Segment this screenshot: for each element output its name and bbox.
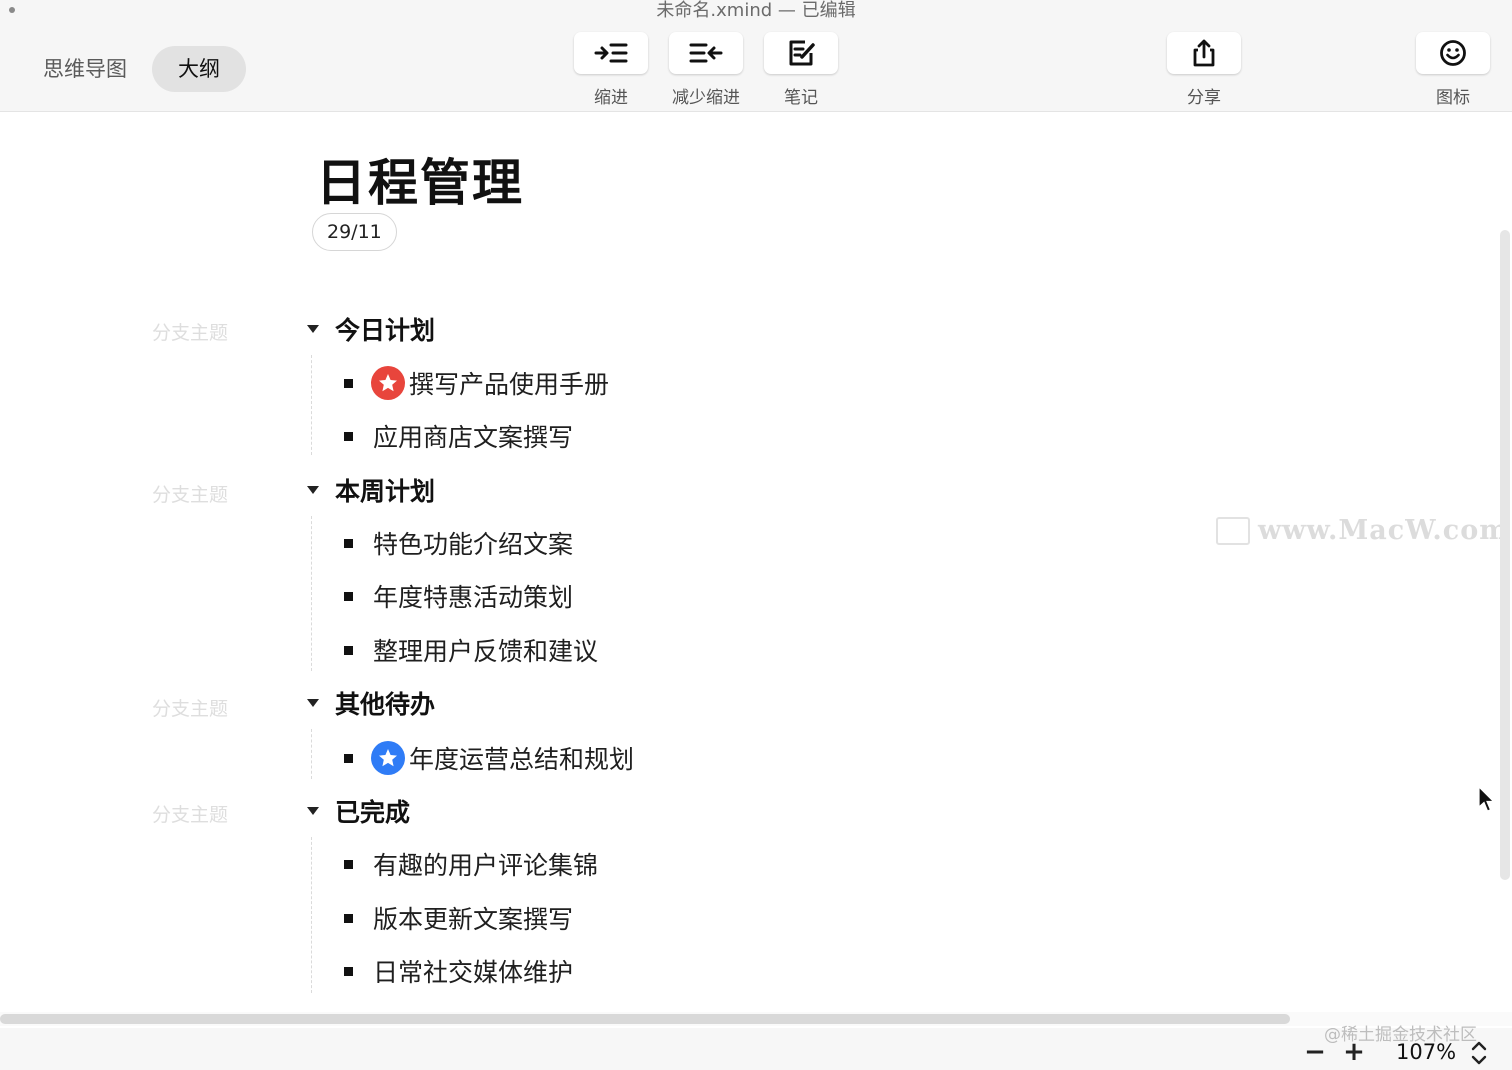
mouse-cursor-icon [1478,786,1495,812]
vertical-scrollbar[interactable] [1500,230,1510,880]
smiley-icon [1440,40,1466,66]
list-item[interactable]: 版本更新文案撰写 [344,898,573,938]
branch-hint: 分支主题 [152,484,229,506]
branch-guide-line [311,729,312,779]
window-title: 未命名.xmind — 已编辑 [656,0,856,21]
item-label: 有趣的用户评论集锦 [373,851,599,880]
list-item[interactable]: 应用商店文案撰写 [344,416,573,456]
outdent-icon [689,43,723,63]
icon-button[interactable]: 图标 [1416,32,1490,108]
list-item[interactable]: 特色功能介绍文案 [344,523,573,563]
bullet-icon [344,645,353,655]
branch-guide-line [311,516,312,671]
item-label: 版本更新文案撰写 [373,905,574,934]
item-label: 日常社交媒体维护 [373,958,574,987]
toolbar: 未命名.xmind — 已编辑 思维导图 大纲 缩进 减少缩进 笔记 分享 图标 [0,0,1512,112]
branch-label: 其他待办 [335,690,436,719]
branch-topic[interactable]: 今日计划 [305,309,435,349]
app-window: 未命名.xmind — 已编辑 思维导图 大纲 缩进 减少缩进 笔记 分享 图标… [0,0,1512,1070]
list-item[interactable]: 日常社交媒体维护 [344,951,573,991]
indent-label: 缩进 [594,88,628,108]
zoom-out-button[interactable]: − [1303,1039,1327,1065]
bullet-icon [344,753,353,763]
watermark-logo-icon [1216,516,1250,545]
date-label[interactable]: 29/11 [312,213,397,251]
view-switch: 思维导图 大纲 [26,46,246,92]
list-item[interactable]: 有趣的用户评论集锦 [344,844,598,884]
watermark-text: www.MacW.com [1258,515,1509,546]
share-button[interactable]: 分享 [1167,32,1241,108]
outdent-label: 减少缩进 [672,88,740,108]
branch-label: 已完成 [335,798,411,827]
status-bar [0,1028,1512,1070]
outdent-button[interactable]: 减少缩进 [669,32,743,108]
item-label: 年度运营总结和规划 [409,745,635,774]
caret-down-icon[interactable] [305,803,321,819]
item-label: 特色功能介绍文案 [373,530,574,559]
caret-down-icon[interactable] [305,321,321,337]
bullet-icon [344,591,353,601]
zoom-stepper-icon[interactable] [1470,1040,1488,1066]
indent-button[interactable]: 缩进 [574,32,648,108]
item-label: 年度特惠活动策划 [373,583,574,612]
icon-label: 图标 [1436,88,1470,108]
list-item[interactable]: 撰写产品使用手册 [344,363,609,403]
item-label: 撰写产品使用手册 [409,370,610,399]
item-label: 整理用户反馈和建议 [373,637,599,666]
indent-icon [594,43,628,63]
bullet-icon [344,378,353,388]
tab-outline[interactable]: 大纲 [152,46,246,92]
branch-hint: 分支主题 [152,804,229,826]
branch-guide-line [311,837,312,993]
branch-hint: 分支主题 [152,698,229,720]
caret-down-icon[interactable] [305,482,321,498]
list-item[interactable]: 年度运营总结和规划 [344,738,634,778]
document-title[interactable]: 日程管理 [316,143,524,215]
bullet-icon [344,966,353,976]
branch-topic[interactable]: 本周计划 [305,470,435,510]
tab-mindmap[interactable]: 思维导图 [26,46,144,92]
bullet-icon [344,859,353,869]
blue-star-icon [371,741,405,775]
bullet-icon [344,913,353,923]
note-edit-icon [789,40,815,66]
list-item[interactable]: 整理用户反馈和建议 [344,630,598,670]
zoom-in-button[interactable]: + [1342,1039,1366,1065]
zoom-level: 107% [1396,1040,1457,1064]
outline-document: 日程管理 29/11 分支主题 今日计划 撰写产品使用手册 应用商店文案撰写 分… [0,113,1512,1013]
branch-topic[interactable]: 已完成 [305,791,410,831]
note-label: 笔记 [784,88,818,108]
branch-hint: 分支主题 [152,322,229,344]
branch-topic[interactable]: 其他待办 [305,683,435,723]
branch-label: 本周计划 [335,477,436,506]
list-item[interactable]: 年度特惠活动策划 [344,576,573,616]
bullet-icon [344,431,353,441]
branch-label: 今日计划 [335,316,436,345]
note-button[interactable]: 笔记 [764,32,838,108]
branch-guide-line [311,355,312,455]
bullet-icon [344,538,353,548]
share-icon [1193,39,1215,67]
horizontal-scrollbar[interactable] [0,1014,1290,1024]
caret-down-icon[interactable] [305,695,321,711]
watermark: www.MacW.com [1216,515,1509,546]
share-label: 分享 [1187,88,1221,108]
red-star-icon [371,366,405,400]
item-label: 应用商店文案撰写 [373,423,574,452]
